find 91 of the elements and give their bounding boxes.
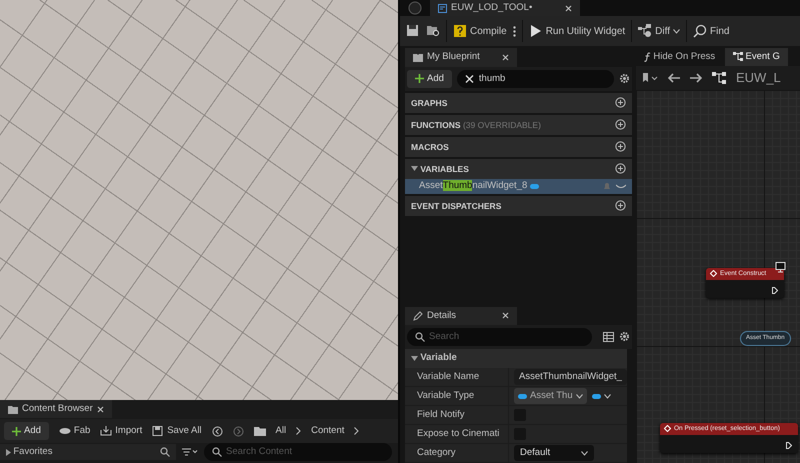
search-icon [212,447,222,458]
book-icon [413,53,423,62]
save-icon [152,426,164,436]
search-icon [692,24,707,38]
browse-button[interactable] [426,24,440,38]
graph-icon [733,52,744,62]
import-icon [100,426,112,436]
close-icon[interactable] [96,406,104,413]
add-icon[interactable] [615,119,626,130]
search-field[interactable]: Search [407,328,592,346]
graph-tab[interactable]: Hide On Press [636,48,724,66]
folder-icon [254,426,266,436]
compile-icon [453,24,467,38]
pencil-icon [413,310,423,321]
find-button[interactable]: Find [692,24,730,38]
container-type-dropdown[interactable] [592,394,611,398]
close-icon[interactable] [565,4,572,12]
property-label: Category [417,446,456,460]
settings-icon[interactable] [619,331,630,342]
run-button[interactable]: Run Utility Widget [528,24,626,38]
text-field[interactable]: AssetThumbnailWidget_ [514,368,627,386]
section-header[interactable]: MACROS [411,140,449,154]
exec-pin-icon[interactable] [772,287,778,294]
section-header[interactable]: GRAPHS [411,96,448,110]
folder-search-icon [426,24,440,38]
property-label: Expose to Cinemati [417,426,500,441]
add-button[interactable]: Add [407,70,452,88]
property-label: Variable Type [417,388,474,403]
property-label: Field Notify [417,408,465,422]
category-header[interactable]: Variable [420,351,457,366]
back-icon[interactable] [668,73,680,83]
close-icon[interactable] [502,312,509,320]
fab-button[interactable]: Fab [58,424,90,438]
chevron-icon[interactable] [576,394,583,398]
add-icon[interactable] [615,141,626,152]
section-header[interactable]: FUNCTIONS [411,118,461,132]
chevron-icon[interactable] [604,394,611,398]
function-icon [644,52,651,62]
forward-icon[interactable] [690,73,702,83]
event-icon [710,270,717,278]
add-button[interactable]: Add [4,422,49,440]
monitor-icon [774,262,786,273]
save-button[interactable] [406,24,420,38]
table-icon[interactable] [603,332,614,342]
plus-icon [12,426,21,436]
chevron-icon[interactable] [354,427,360,435]
type-dropdown[interactable]: Asset Thu [514,388,587,404]
folder-icon [8,404,18,414]
add-icon[interactable] [615,97,626,108]
chevron-icon[interactable] [296,427,302,435]
property-label: Variable Name [417,370,480,384]
type-pill-icon [518,394,527,398]
graph-tab[interactable]: Event G [725,48,788,66]
save-button[interactable]: Save All [152,424,202,438]
event-icon [664,425,671,432]
blueprint-icon [438,4,447,12]
clear-icon[interactable] [464,74,474,84]
type-pill-icon [530,184,539,189]
import-button[interactable]: Import [100,424,142,438]
add-icon[interactable] [615,200,626,212]
search-icon [160,447,170,458]
close-icon[interactable] [502,54,509,61]
exec-pin-icon[interactable] [786,442,792,449]
back-icon[interactable] [212,426,223,436]
play-icon [528,24,543,38]
type-pill-icon [592,394,601,398]
caret-icon[interactable] [411,356,418,361]
category-dropdown[interactable]: Default [514,444,594,462]
graph-icon [712,72,726,84]
chevron-icon[interactable] [672,28,680,34]
diff-icon [638,24,652,38]
save-icon [406,24,420,38]
section-note: (39 OVERRIDABLE) [462,118,541,132]
chevron-icon[interactable] [581,450,588,456]
caret-icon[interactable] [411,166,418,172]
filter-icon[interactable] [182,448,198,456]
path-segment[interactable]: All [276,424,286,438]
add-icon[interactable] [615,163,626,174]
more-icon[interactable] [512,26,516,36]
bell-icon [603,182,612,191]
plus-icon [415,74,424,84]
compile-button[interactable]: Compile [453,24,507,38]
search-field[interactable]: Search Content [204,443,392,462]
diff-button[interactable]: Diff [638,24,680,38]
path-segment[interactable]: Content [311,424,344,438]
bookmark-icon[interactable] [642,73,658,83]
section-header[interactable]: VARIABLES [420,162,469,176]
search-field[interactable]: thumb [456,70,614,88]
caret-icon[interactable] [6,448,11,456]
search-icon [415,332,425,342]
settings-icon[interactable] [619,73,630,84]
